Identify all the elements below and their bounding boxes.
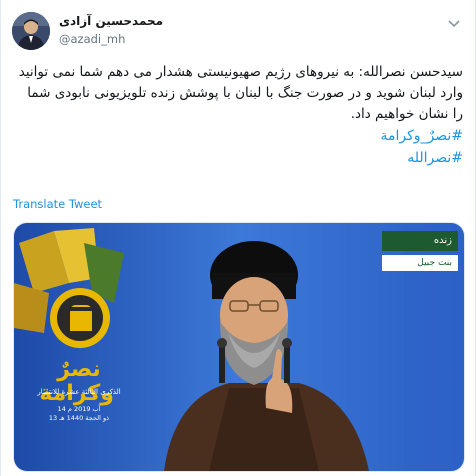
- event-date-gregorian: 14 آب 2019 م: [57, 405, 101, 413]
- tweet-media-image[interactable]: زنده بنت جبيل نصرٌ وكرامة الذكرى الثالثة…: [13, 222, 465, 472]
- location-label: بنت جبيل: [382, 255, 458, 271]
- event-subtitle: الذكرى الثالثة عشرة للانتصار: [37, 388, 121, 396]
- tweet-body: سیدحسن نصرالله: به نیروهای رژیم صهیونیست…: [13, 62, 463, 169]
- event-date-hijri: 13 ذو الحجة 1440 هـ: [48, 414, 110, 422]
- avatar-image: [12, 12, 50, 50]
- avatar[interactable]: [12, 12, 50, 50]
- translate-tweet-link[interactable]: Translate Tweet: [13, 197, 102, 211]
- tweet-text: سیدحسن نصرالله: به نیروهای رژیم صهیونیست…: [18, 64, 463, 122]
- tweet-card: محمدحسین آزادی @azadi_mh سیدحسن نصرالله:…: [0, 0, 476, 476]
- hashtag-link-1[interactable]: #نصرٌ_وكرامة: [13, 125, 463, 147]
- event-logo: [50, 288, 110, 348]
- event-title: نصرٌ وكرامة: [39, 357, 114, 406]
- live-label: زنده: [382, 231, 458, 251]
- event-date: 14 آب 2019 م 13 ذو الحجة 1440 هـ: [44, 405, 114, 423]
- user-handle[interactable]: @azadi_mh: [59, 32, 125, 46]
- chevron-down-icon[interactable]: [447, 14, 461, 28]
- hashtag-link-2[interactable]: #نصرالله: [13, 147, 463, 169]
- display-name[interactable]: محمدحسین آزادی: [59, 14, 163, 28]
